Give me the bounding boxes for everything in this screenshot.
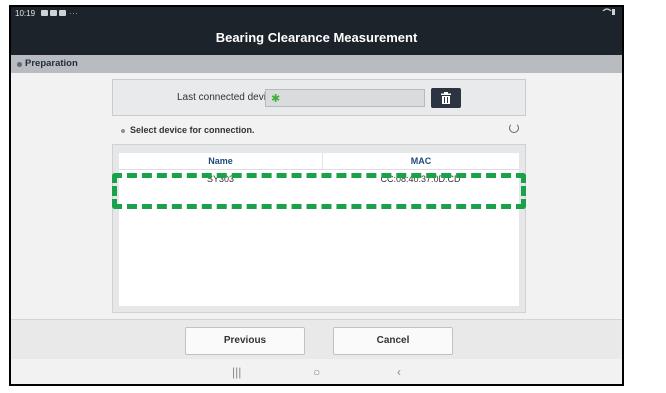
notification-icons <box>41 10 66 16</box>
device-screen: 10:19 ··· Bearing Clearance Measurement … <box>9 5 624 386</box>
bottom-button-bar: Previous Cancel <box>11 319 622 360</box>
device-table: Name MAC SY303 CC:08:40:37:0D:CD <box>112 144 526 313</box>
status-bar: 10:19 ··· <box>11 7 622 21</box>
column-header-name: Name <box>208 156 233 166</box>
gallery-notification-icon <box>50 10 57 16</box>
section-header: Preparation <box>11 55 622 73</box>
image-notification-icon <box>41 10 48 16</box>
cancel-button[interactable]: Cancel <box>333 327 453 355</box>
previous-button[interactable]: Previous <box>185 327 305 355</box>
wifi-battery-icon <box>602 7 616 21</box>
bullet-icon <box>121 128 125 133</box>
delete-device-button[interactable] <box>431 88 461 108</box>
select-device-prompt: Select device for connection. <box>121 125 255 135</box>
last-device-label: Last connected device <box>177 92 277 103</box>
android-nav-bar: ||| ○ ‹ <box>11 359 622 384</box>
selection-highlight <box>112 173 526 209</box>
page-title: Bearing Clearance Measurement <box>11 21 622 55</box>
recent-apps-icon[interactable]: ||| <box>232 365 241 379</box>
column-header-mac: MAC <box>322 153 519 169</box>
message-notification-icon <box>59 10 66 16</box>
loading-spinner-icon <box>509 123 519 133</box>
table-header: Name MAC <box>119 153 519 170</box>
section-label: Preparation <box>25 58 78 69</box>
home-icon[interactable]: ○ <box>313 365 320 379</box>
bullet-icon <box>17 62 22 67</box>
select-device-text: Select device for connection. <box>130 125 255 135</box>
back-icon[interactable]: ‹ <box>397 365 401 379</box>
more-notifications-icon: ··· <box>69 8 78 18</box>
last-connected-device-panel: Last connected device ✱ <box>112 79 526 116</box>
status-time: 10:19 <box>15 9 36 18</box>
trash-icon <box>441 92 451 104</box>
bluetooth-icon: ✱ <box>271 93 281 105</box>
last-device-field[interactable]: ✱ <box>265 89 425 107</box>
